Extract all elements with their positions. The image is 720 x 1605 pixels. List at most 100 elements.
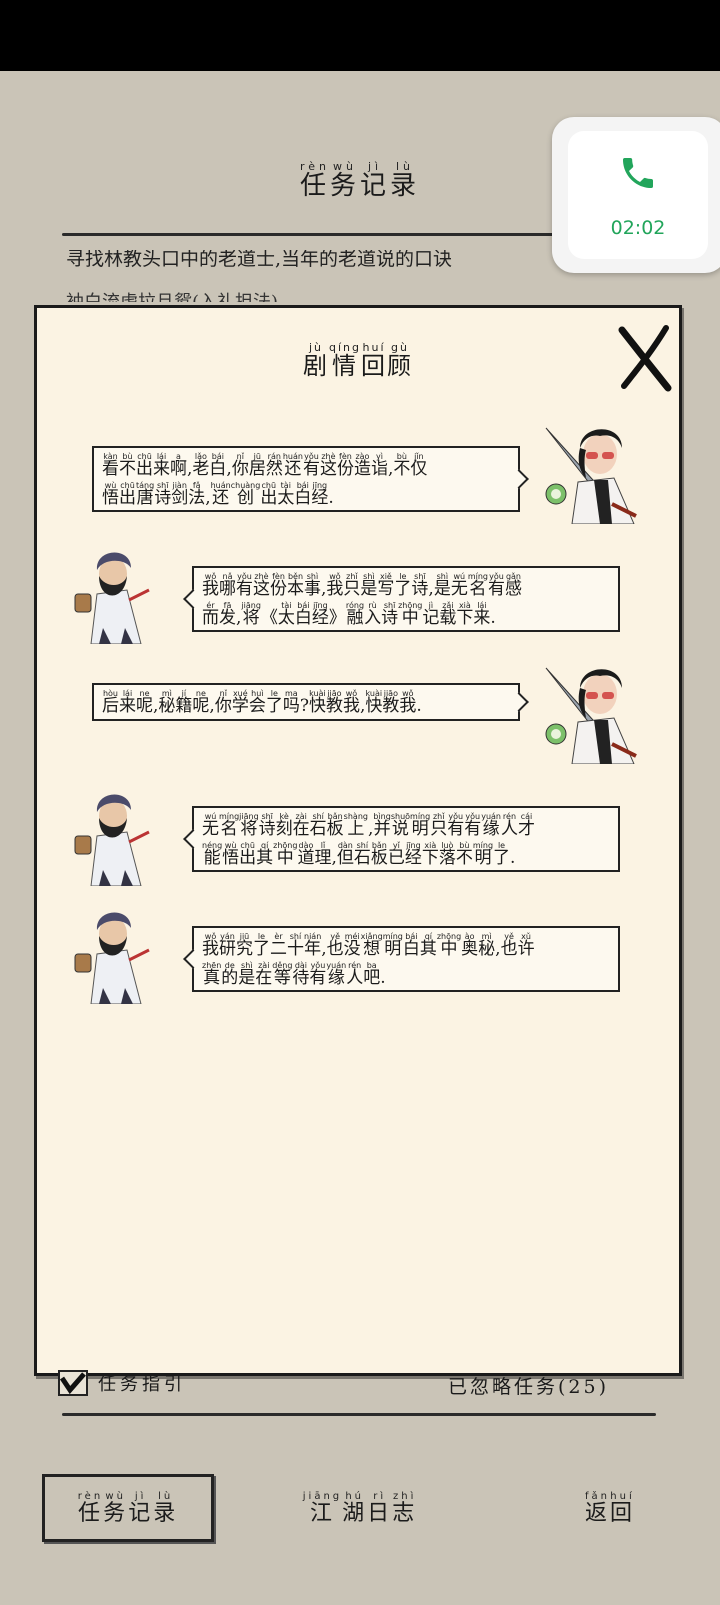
hanzi: 秘 xyxy=(158,696,176,716)
hanzi: 志 xyxy=(392,1501,418,1526)
hanzi: 出 xyxy=(239,848,257,868)
hanzi: 》 xyxy=(328,608,346,628)
ruby-char: chū 出 xyxy=(136,452,153,478)
hanzi: 在 xyxy=(255,968,273,988)
hanzi: 份 xyxy=(336,459,354,479)
hanzi: 而 xyxy=(202,608,219,628)
hanzi: 后 xyxy=(102,696,119,716)
hanzi: 板 xyxy=(326,819,344,839)
back-button[interactable]: fǎn 返 huí 回 xyxy=(550,1474,670,1542)
dialogue-line: hòu后lái来ne呢.,mì秘jí籍ne呢.,nǐ你xué学huì会le了ma… xyxy=(102,689,510,718)
close-x-icon[interactable] xyxy=(612,322,676,394)
dialogue-bubble-3: hòu后lái来ne呢.,mì秘jí籍ne呢.,nǐ你xué学huì会le了ma… xyxy=(92,683,520,721)
hanzi: 板 xyxy=(370,848,388,868)
ruby-char: jiāo 教 xyxy=(382,689,399,715)
tab-task-records[interactable]: rèn 任 wù 务 jì 记 lù 录 xyxy=(42,1474,214,1542)
hanzi: 名 xyxy=(220,819,238,839)
hanzi: 并 xyxy=(373,819,391,839)
hanzi: 白 xyxy=(402,939,420,959)
hanzi: 明 xyxy=(474,848,492,868)
hanzi: 其 xyxy=(419,939,437,959)
ruby-char: fèn 份 xyxy=(270,572,287,598)
ruby-char: shàng 上 xyxy=(344,812,368,838)
hanzi: 回 xyxy=(610,1501,636,1526)
hanzi: 本 xyxy=(287,579,304,599)
checkbox[interactable] xyxy=(58,1370,88,1396)
hanzi: 只 xyxy=(430,819,448,839)
hanzi: 唐 xyxy=(136,488,154,508)
hanzi: 奥 xyxy=(461,939,479,959)
ruby-char: bù 不 xyxy=(456,841,473,867)
ruby-char: zhè 这 xyxy=(320,452,337,478)
ruby-char: táng 唐 xyxy=(136,481,154,507)
hanzi: 中 xyxy=(276,848,294,868)
hanzi: 是 xyxy=(433,579,451,599)
task-guide-toggle[interactable]: 任务指引 xyxy=(58,1370,186,1396)
ruby-char: xià 下 xyxy=(422,841,439,867)
hanzi: 经 xyxy=(311,608,329,628)
hanzi: 快 xyxy=(308,696,326,716)
hanzi: 等 xyxy=(273,968,291,988)
dialogue-bubble-4: wú无míng名jiāng将shī诗kè刻zài在shí石bǎn板shàng上.… xyxy=(192,806,620,872)
hanzi: 居 xyxy=(248,459,266,479)
ruby-char: jǐn 仅 xyxy=(410,452,427,478)
hanzi: 写 xyxy=(377,579,395,599)
elder-taoist-avatar xyxy=(74,794,150,886)
hanzi: 这 xyxy=(253,579,270,599)
ruby-char: bǎn 板 xyxy=(327,812,344,838)
ruby-char: míng 名 xyxy=(219,812,239,838)
ruby-char: de 的 xyxy=(221,961,238,987)
ruby-char: ào 奥 xyxy=(461,932,478,958)
hanzi: 将 xyxy=(240,819,258,839)
ruby-char: zhǐ 只 xyxy=(343,572,360,598)
hanzi: 来 xyxy=(119,696,136,716)
ruby-char: tài 太 xyxy=(278,601,295,627)
ruby-char: dào 道 xyxy=(297,841,314,867)
ruby-char: gù 顾 xyxy=(387,341,413,378)
ruby-char: rì 日 xyxy=(367,1491,392,1525)
hanzi: 回 xyxy=(361,352,387,380)
ruby-char: fǎ 法 xyxy=(188,481,205,507)
ruby-char: gǎn 感 xyxy=(505,572,522,598)
hanzi: 有 xyxy=(447,819,465,839)
elder-taoist-avatar xyxy=(74,552,150,644)
ruby-char: zhōng 中 xyxy=(273,841,297,867)
ruby-char: shí 十 xyxy=(287,932,304,958)
ruby-char: bìng 并 xyxy=(373,812,390,838)
call-card[interactable]: 02:02 xyxy=(568,131,708,259)
ruby-char: bǎn 板 xyxy=(371,841,388,867)
hanzi: 有 xyxy=(309,968,327,988)
hanzi: 诣 xyxy=(370,459,388,479)
hanzi: 事 xyxy=(304,579,321,599)
ruby-char: wù 悟 xyxy=(222,841,239,867)
ruby-char: bái 白 xyxy=(403,932,420,958)
hanzi: 了 xyxy=(265,696,283,716)
ruby-char: xué 学 xyxy=(232,689,249,715)
ruby-char: zài 在 xyxy=(293,812,310,838)
hanzi: 有 xyxy=(464,819,482,839)
ongoing-call-bubble[interactable]: 02:02 xyxy=(552,117,720,273)
ruby-char: zhǐ 只 xyxy=(430,812,447,838)
ruby-char: xǔ 许 xyxy=(518,932,535,958)
ruby-char: shī 诗 xyxy=(381,601,398,627)
ruby-char: yǐ 已 xyxy=(388,841,405,867)
ruby-char: huán 还 xyxy=(211,481,231,507)
hanzi: 记 xyxy=(128,1501,154,1526)
task-description[interactable]: 寻找林教头口中的老道士,当年的老道说的口诀 xyxy=(66,250,626,269)
hanzi: 来 xyxy=(473,608,491,628)
phone-icon xyxy=(623,158,653,188)
ruby-char: chū 出 xyxy=(260,481,277,507)
ruby-char: yǒu 有 xyxy=(464,812,481,838)
hanzi: 法 xyxy=(188,488,206,508)
ruby-char: kuài 快 xyxy=(365,689,382,715)
hanzi: 感 xyxy=(504,579,522,599)
hanzi: 能 xyxy=(203,848,221,868)
tab-jianghu-journal[interactable]: jiāng 江 hú 湖 rì 日 zhì 志 xyxy=(280,1474,440,1542)
ruby-char: le 了 xyxy=(394,572,411,598)
ruby-char: huí 回 xyxy=(361,341,387,378)
hanzi: . xyxy=(490,608,496,628)
hanzi: 是 xyxy=(238,968,256,988)
hanzi: 太 xyxy=(277,488,295,508)
ignored-tasks-link[interactable]: 已忽略任务(25) xyxy=(448,1372,609,1399)
hanzi: . xyxy=(380,968,386,988)
